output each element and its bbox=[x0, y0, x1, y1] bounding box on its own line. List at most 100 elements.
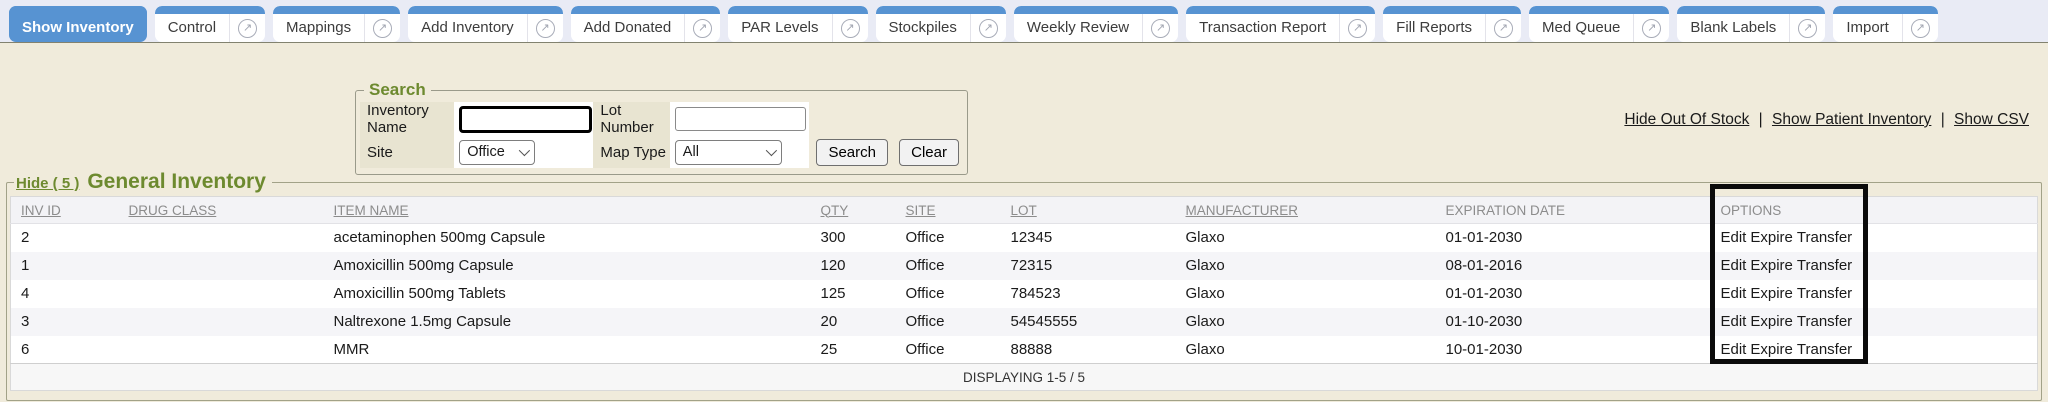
transfer-link[interactable]: Transfer bbox=[1797, 313, 1852, 330]
cell-options: EditExpireTransfer bbox=[1711, 224, 1871, 252]
map-type-select[interactable]: All bbox=[675, 140, 782, 165]
tab-popout-button[interactable] bbox=[1789, 14, 1825, 42]
tab-popout-button[interactable] bbox=[1633, 14, 1669, 42]
tab-popout-button[interactable] bbox=[970, 14, 1006, 42]
cell-options: EditExpireTransfer bbox=[1711, 308, 1871, 336]
cell-qty: 20 bbox=[811, 308, 896, 336]
edit-link[interactable]: Edit bbox=[1721, 257, 1747, 274]
expire-link[interactable]: Expire bbox=[1750, 285, 1793, 302]
tab-popout-button[interactable] bbox=[527, 14, 563, 42]
inventory-table: INV ID DRUG CLASS ITEM NAME QTY SITE LOT… bbox=[10, 196, 2038, 391]
tab-show-inventory[interactable]: Show Inventory bbox=[9, 6, 147, 42]
expire-link[interactable]: Expire bbox=[1750, 229, 1793, 246]
transfer-link[interactable]: Transfer bbox=[1797, 229, 1852, 246]
edit-link[interactable]: Edit bbox=[1721, 313, 1747, 330]
tab-control[interactable]: Control bbox=[155, 6, 265, 42]
expire-link[interactable]: Expire bbox=[1750, 257, 1793, 274]
column-header-qty[interactable]: QTY bbox=[811, 197, 896, 224]
tab-stockpiles[interactable]: Stockpiles bbox=[876, 6, 1006, 42]
tab-label: Med Queue bbox=[1529, 14, 1633, 42]
column-header-manufacturer[interactable]: MANUFACTURER bbox=[1176, 197, 1436, 224]
cell-lot: 72315 bbox=[1001, 252, 1176, 280]
column-header-drug-class[interactable]: DRUG CLASS bbox=[119, 197, 324, 224]
link-separator: | bbox=[1941, 111, 1945, 128]
table-row: 2 acetaminophen 500mg Capsule 300 Office… bbox=[11, 224, 2038, 252]
paging-status: DISPLAYING 1-5 / 5 bbox=[11, 364, 2038, 391]
tab-popout-button[interactable] bbox=[1142, 14, 1178, 42]
cell-item-name: acetaminophen 500mg Capsule bbox=[324, 224, 811, 252]
search-button[interactable]: Search bbox=[816, 139, 888, 166]
site-select[interactable]: Office bbox=[459, 140, 535, 165]
cell-site: Office bbox=[896, 280, 1001, 308]
tab-label: Weekly Review bbox=[1014, 14, 1142, 42]
column-header-lot[interactable]: LOT bbox=[1001, 197, 1176, 224]
tab-import[interactable]: Import bbox=[1833, 6, 1938, 42]
column-header-inv-id[interactable]: INV ID bbox=[11, 197, 119, 224]
cell-site: Office bbox=[896, 224, 1001, 252]
tab-popout-button[interactable] bbox=[832, 14, 868, 42]
transfer-link[interactable]: Transfer bbox=[1797, 285, 1852, 302]
cell-item-name: Naltrexone 1.5mg Capsule bbox=[324, 308, 811, 336]
page-title: General Inventory bbox=[87, 170, 266, 193]
external-link-icon bbox=[979, 19, 998, 38]
cell-drug-class bbox=[119, 252, 324, 280]
cell-drug-class bbox=[119, 224, 324, 252]
tab-add-inventory[interactable]: Add Inventory bbox=[408, 6, 563, 42]
cell-qty: 25 bbox=[811, 336, 896, 364]
edit-link[interactable]: Edit bbox=[1721, 341, 1747, 358]
transfer-link[interactable]: Transfer bbox=[1797, 257, 1852, 274]
chevron-down-icon bbox=[766, 145, 777, 156]
cell-options: EditExpireTransfer bbox=[1711, 252, 1871, 280]
column-header-item-name[interactable]: ITEM NAME bbox=[324, 197, 811, 224]
lot-number-input[interactable] bbox=[675, 107, 806, 131]
inventory-name-input[interactable] bbox=[459, 106, 592, 133]
cell-options: EditExpireTransfer bbox=[1711, 280, 1871, 308]
tab-mappings[interactable]: Mappings bbox=[273, 6, 400, 42]
tab-popout-button[interactable] bbox=[364, 14, 400, 42]
tab-fill-reports[interactable]: Fill Reports bbox=[1383, 6, 1521, 42]
edit-link[interactable]: Edit bbox=[1721, 285, 1747, 302]
external-link-icon bbox=[536, 19, 555, 38]
tab-popout-button[interactable] bbox=[1902, 14, 1938, 42]
search-panel: Search Inventory Name Lot Number Site Of… bbox=[355, 80, 968, 175]
cell-inv-id: 4 bbox=[11, 280, 119, 308]
tab-popout-button[interactable] bbox=[1485, 14, 1521, 42]
clear-button[interactable]: Clear bbox=[899, 139, 959, 166]
cell-options: EditExpireTransfer bbox=[1711, 336, 1871, 364]
expire-link[interactable]: Expire bbox=[1750, 341, 1793, 358]
hide-section-link[interactable]: Hide ( 5 ) bbox=[16, 175, 79, 192]
tab-add-donated[interactable]: Add Donated bbox=[571, 6, 721, 42]
tab-popout-button[interactable] bbox=[229, 14, 265, 42]
map-type-select-value: All bbox=[683, 144, 699, 160]
column-header-site[interactable]: SITE bbox=[896, 197, 1001, 224]
hide-out-of-stock-link[interactable]: Hide Out Of Stock bbox=[1624, 111, 1749, 128]
edit-link[interactable]: Edit bbox=[1721, 229, 1747, 246]
tab-weekly-review[interactable]: Weekly Review bbox=[1014, 6, 1178, 42]
inventory-name-label: Inventory Name bbox=[360, 102, 454, 136]
cell-qty: 120 bbox=[811, 252, 896, 280]
show-csv-link[interactable]: Show CSV bbox=[1954, 111, 2029, 128]
tab-popout-button[interactable] bbox=[684, 14, 720, 42]
show-patient-inventory-link[interactable]: Show Patient Inventory bbox=[1772, 111, 1931, 128]
table-header-row: INV ID DRUG CLASS ITEM NAME QTY SITE LOT… bbox=[11, 197, 2038, 224]
tab-label: PAR Levels bbox=[728, 14, 831, 42]
cell-item-name: Amoxicillin 500mg Capsule bbox=[324, 252, 811, 280]
external-link-icon bbox=[841, 19, 860, 38]
transfer-link[interactable]: Transfer bbox=[1797, 341, 1852, 358]
tab-label: Transaction Report bbox=[1186, 14, 1339, 42]
external-link-icon bbox=[1911, 19, 1930, 38]
tab-popout-button[interactable] bbox=[1339, 14, 1375, 42]
tab-transaction-report[interactable]: Transaction Report bbox=[1186, 6, 1375, 42]
cell-manufacturer: Glaxo bbox=[1176, 224, 1436, 252]
general-inventory-panel: Hide ( 5 ) General Inventory INV ID DRUG … bbox=[6, 170, 2042, 401]
table-row: 6 MMR 25 Office 88888 Glaxo 10-01-2030 E… bbox=[11, 336, 2038, 364]
cell-qty: 125 bbox=[811, 280, 896, 308]
expire-link[interactable]: Expire bbox=[1750, 313, 1793, 330]
tab-med-queue[interactable]: Med Queue bbox=[1529, 6, 1669, 42]
external-link-icon bbox=[373, 19, 392, 38]
link-separator: | bbox=[1759, 111, 1763, 128]
tab-blank-labels[interactable]: Blank Labels bbox=[1677, 6, 1825, 42]
external-link-icon bbox=[1642, 19, 1661, 38]
tab-par-levels[interactable]: PAR Levels bbox=[728, 6, 867, 42]
lot-number-label: Lot Number bbox=[593, 102, 669, 136]
